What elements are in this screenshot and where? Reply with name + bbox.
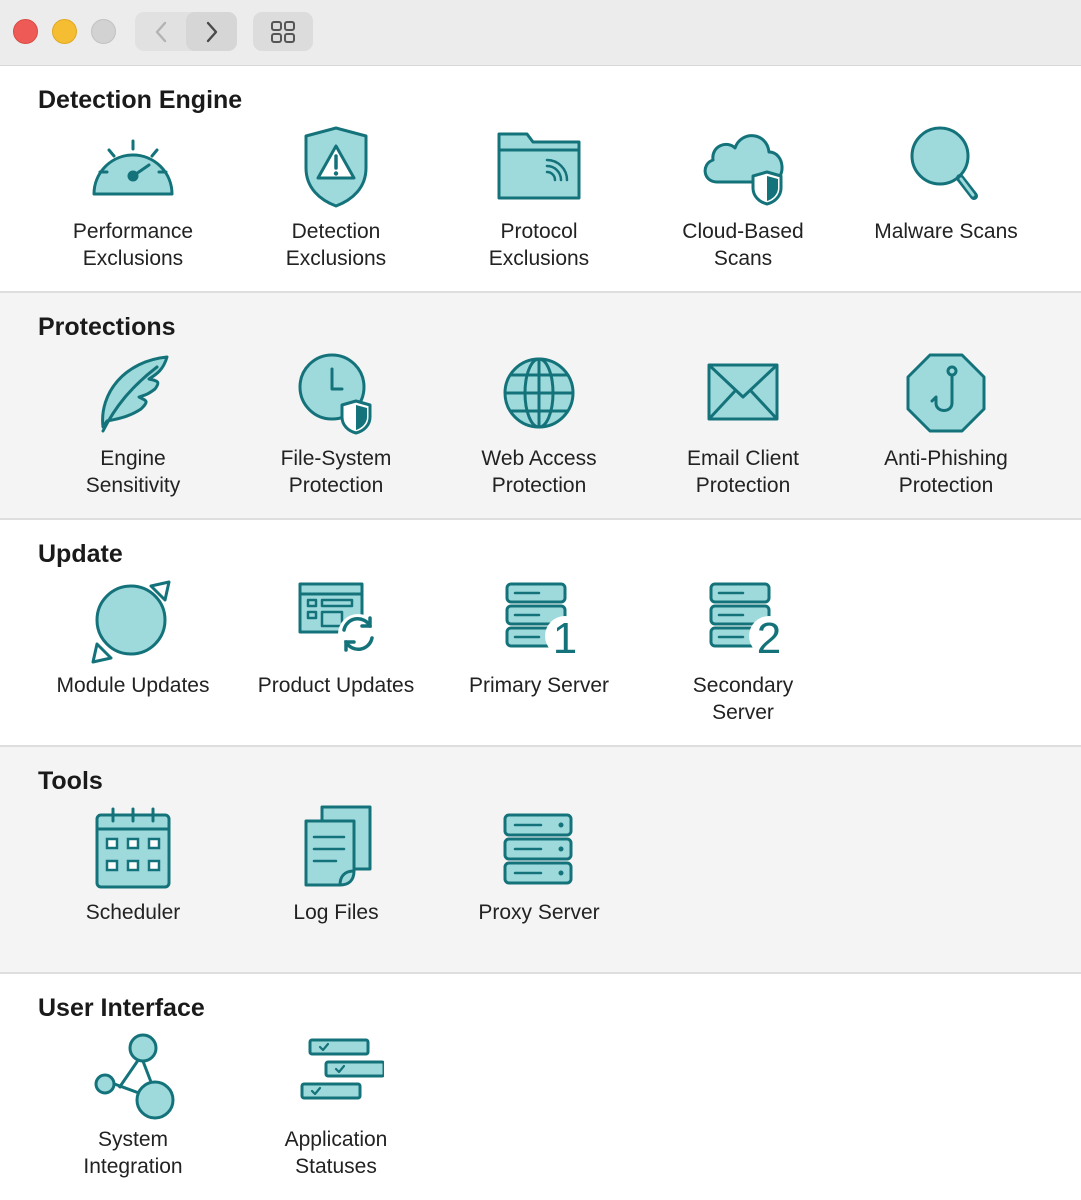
- item-label: Engine Sensitivity: [85, 447, 181, 497]
- server-2-icon: 2: [709, 582, 789, 663]
- globe-icon: [503, 357, 575, 429]
- item-label: Web Access Protection: [481, 447, 597, 497]
- protocol-exclusions-item[interactable]: Protocol Exclusions: [444, 124, 634, 272]
- item-label: Detection Exclusions: [285, 220, 387, 270]
- scheduler-item[interactable]: Scheduler: [38, 805, 228, 926]
- cloud-shield-icon: [703, 134, 784, 206]
- item-label: Malware Scans: [874, 220, 1018, 243]
- show-all-button[interactable]: [253, 12, 313, 51]
- close-window-button[interactable]: [13, 19, 38, 44]
- server-stack-icon: [503, 813, 573, 885]
- system-integration-item[interactable]: System Integration: [38, 1032, 228, 1180]
- secondary-server-item[interactable]: 2 Secondary Server: [648, 578, 838, 726]
- app-refresh-icon: [298, 582, 378, 654]
- cloud-based-scans-item[interactable]: Cloud-Based Scans: [648, 124, 838, 272]
- anti-phishing-protection-item[interactable]: Anti-Phishing Protection: [851, 351, 1041, 499]
- chevron-right-icon: [206, 21, 217, 42]
- item-label: Proxy Server: [478, 901, 600, 924]
- fishhook-icon: [906, 353, 986, 433]
- section-update: Update Module Updates Product Updates 1 …: [0, 520, 1081, 747]
- file-system-protection-item[interactable]: File-System Protection: [241, 351, 431, 499]
- calendar-icon: [95, 807, 171, 889]
- primary-server-item[interactable]: 1 Primary Server: [444, 578, 634, 699]
- log-files-item[interactable]: Log Files: [241, 805, 431, 926]
- feather-icon: [101, 355, 169, 433]
- item-label: Cloud-Based Scans: [682, 220, 804, 270]
- folder-signal-icon: [497, 132, 581, 200]
- web-access-protection-item[interactable]: Web Access Protection: [444, 351, 634, 499]
- item-label: Anti-Phishing Protection: [884, 447, 1008, 497]
- network-nodes-icon: [94, 1033, 175, 1120]
- item-label: Log Files: [293, 901, 379, 924]
- documents-icon: [304, 805, 372, 887]
- malware-scans-item[interactable]: Malware Scans: [851, 124, 1041, 245]
- status-list-icon: [300, 1038, 384, 1100]
- item-label: File-System Protection: [280, 447, 392, 497]
- module-updates-item[interactable]: Module Updates: [38, 578, 228, 699]
- item-label: Product Updates: [257, 674, 415, 697]
- refresh-arrows-icon: [91, 580, 171, 664]
- item-label: Email Client Protection: [686, 447, 800, 497]
- magnifier-icon: [910, 126, 978, 200]
- title-bar: [0, 0, 1081, 66]
- grid-icon: [271, 20, 295, 43]
- clock-shield-icon: [298, 353, 372, 435]
- section-title: Protections: [38, 313, 176, 341]
- email-client-protection-item[interactable]: Email Client Protection: [648, 351, 838, 499]
- section-user-interface: User Interface System Integration Applic…: [0, 974, 1081, 1200]
- back-button[interactable]: [135, 12, 186, 51]
- section-protections: Protections Engine Sensitivity File-Syst…: [0, 293, 1081, 520]
- item-label: Scheduler: [85, 901, 181, 924]
- section-tools: Tools Scheduler Log Files Proxy Server: [0, 747, 1081, 974]
- section-title: Tools: [38, 767, 103, 795]
- minimize-window-button[interactable]: [52, 19, 77, 44]
- chevron-left-icon: [155, 21, 166, 42]
- detection-exclusions-item[interactable]: Detection Exclusions: [241, 124, 431, 272]
- engine-sensitivity-item[interactable]: Engine Sensitivity: [38, 351, 228, 499]
- section-title: User Interface: [38, 994, 205, 1022]
- svg-text:2: 2: [757, 614, 781, 663]
- preferences-window: Detection Engine Performance Exclusions: [0, 0, 1081, 1200]
- svg-text:1: 1: [553, 614, 577, 663]
- application-statuses-item[interactable]: Application Statuses: [241, 1032, 431, 1180]
- zoom-window-button: [91, 19, 116, 44]
- item-label: Module Updates: [56, 674, 210, 697]
- forward-button[interactable]: [186, 12, 237, 51]
- section-title: Update: [38, 540, 123, 568]
- section-title: Detection Engine: [38, 86, 243, 114]
- item-label: Protocol Exclusions: [488, 220, 590, 270]
- performance-exclusions-item[interactable]: Performance Exclusions: [38, 124, 228, 272]
- proxy-server-item[interactable]: Proxy Server: [444, 805, 634, 926]
- item-label: System Integration: [83, 1128, 183, 1178]
- speedometer-icon: [92, 139, 174, 196]
- shield-warning-icon: [304, 126, 368, 208]
- item-label: Secondary Server: [692, 674, 794, 724]
- item-label: Application Statuses: [284, 1128, 388, 1178]
- server-1-icon: 1: [505, 582, 585, 663]
- section-detection-engine: Detection Engine Performance Exclusions: [0, 66, 1081, 293]
- navigation-buttons: [135, 12, 237, 51]
- envelope-icon: [707, 363, 779, 421]
- item-label: Performance Exclusions: [72, 220, 194, 270]
- item-label: Primary Server: [468, 674, 610, 697]
- product-updates-item[interactable]: Product Updates: [241, 578, 431, 699]
